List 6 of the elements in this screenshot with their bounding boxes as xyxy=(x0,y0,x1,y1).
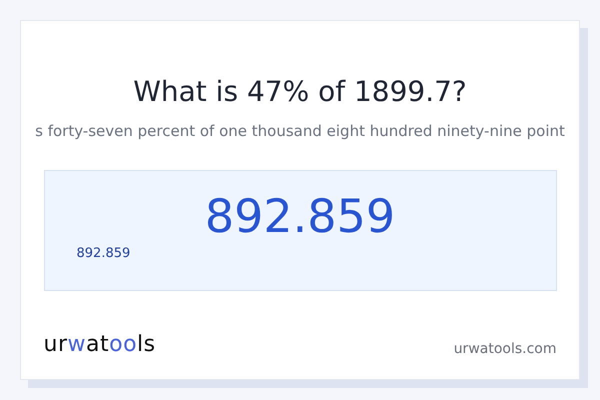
subtitle: s forty-seven percent of one thousand eight hundred ninety-nine point xyxy=(35,122,565,140)
result-caption: 892.859 xyxy=(76,246,130,261)
logo: urwatools xyxy=(44,332,156,356)
page-title: What is 47% of 1899.7? xyxy=(133,75,467,108)
site-url: urwatools.com xyxy=(454,341,556,357)
result-value: 892.859 xyxy=(204,191,396,242)
